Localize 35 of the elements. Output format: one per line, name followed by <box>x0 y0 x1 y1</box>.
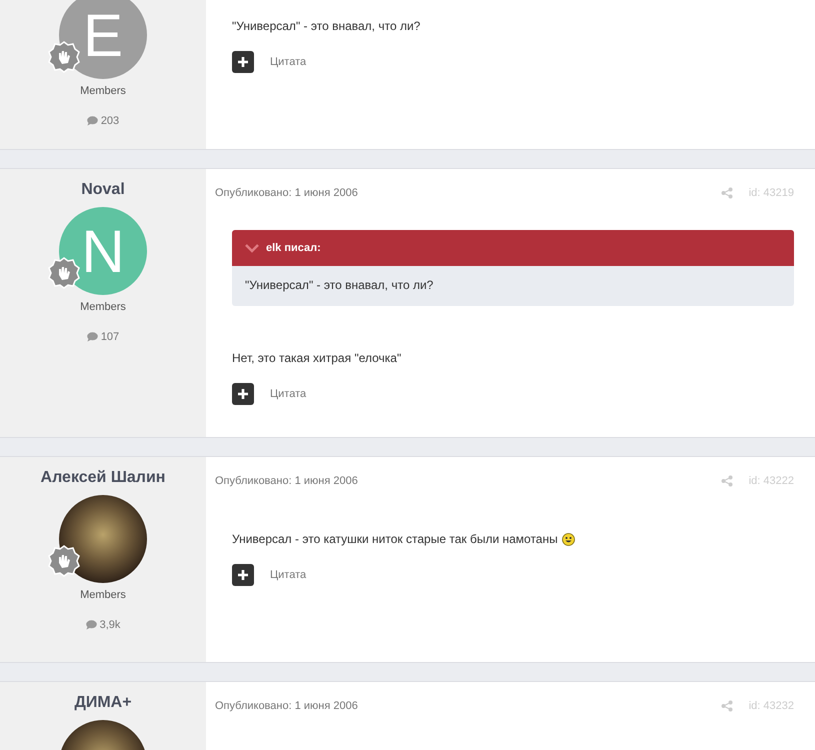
letter-avatar: N <box>59 207 147 295</box>
quote-author: elk писал: <box>266 242 321 254</box>
share-icon[interactable] <box>720 700 733 712</box>
plus-icon <box>232 383 254 405</box>
plus-icon <box>232 51 254 73</box>
author-name[interactable]: ДИМА+ <box>74 694 132 712</box>
rank-badge-icon <box>48 545 80 577</box>
rank-badge-icon <box>48 257 80 289</box>
comment-icon <box>86 116 98 126</box>
post-count: 203 <box>100 115 120 127</box>
share-icon[interactable] <box>720 187 733 199</box>
post-count: 3,9k <box>100 619 120 631</box>
chevron-icon[interactable] <box>245 244 259 252</box>
plus-icon <box>232 564 254 586</box>
author-name[interactable]: Noval <box>81 181 125 199</box>
post-count: 107 <box>100 331 120 343</box>
member-group: Members <box>80 85 126 97</box>
post-date: Опубликовано: 1 июня 2006 <box>215 475 358 487</box>
member-group: Members <box>80 589 126 601</box>
quote-text: "Универсал" - это внавал, что ли? <box>244 277 434 294</box>
post-date: Опубликовано: 1 июня 2006 <box>215 187 358 199</box>
letter-avatar: E <box>59 0 147 79</box>
rank-badge-icon <box>48 41 80 73</box>
comment-icon <box>86 620 97 630</box>
share-icon[interactable] <box>720 475 733 487</box>
author-name[interactable]: Алексей Шалин <box>40 469 166 487</box>
post-text: Нет, это такая хитрая "елочка" <box>232 351 402 365</box>
quote-button[interactable]: Цитата <box>232 564 306 586</box>
post-text: "Универсал" - это внавал, что ли? <box>232 19 420 33</box>
member-group: Members <box>80 301 126 313</box>
quote-button[interactable]: Цитата <box>232 383 306 405</box>
quote-button[interactable]: Цитата <box>232 51 306 73</box>
post-date: Опубликовано: 1 июня 2006 <box>215 700 358 712</box>
comment-icon <box>86 332 98 342</box>
post-text: Универсал - это катушки ниток старые так были намотаны <box>232 532 558 546</box>
